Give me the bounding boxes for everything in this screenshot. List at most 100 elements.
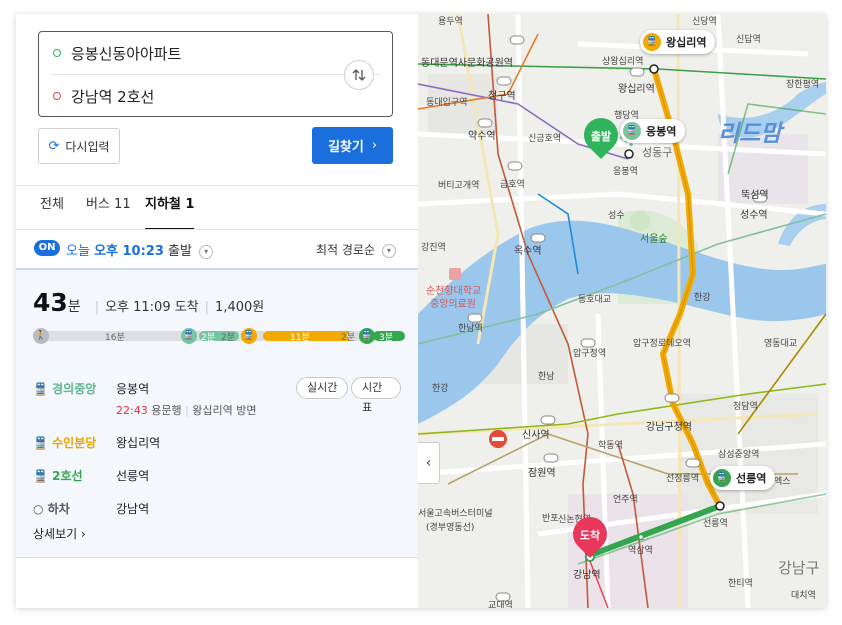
map-label: 신답역 xyxy=(736,35,761,45)
origin-field[interactable]: 응봉신동아아파트 xyxy=(39,32,339,74)
subway-icon: 🚆 xyxy=(623,122,641,140)
map-label: 신사역 xyxy=(522,430,550,441)
station-pill-eungbong[interactable]: 🚆 응봉역 xyxy=(620,119,686,143)
on-toggle[interactable]: ON xyxy=(34,240,60,256)
destination-field[interactable]: 강남역 2호선 xyxy=(39,75,339,117)
map-label: 한티역 xyxy=(728,579,753,589)
map-label: 반포 xyxy=(542,514,559,524)
departure-suffix: 출발 xyxy=(168,244,192,259)
map-label: 선릉역 xyxy=(703,519,728,529)
step-line2: 🚆 2호선 선릉역 xyxy=(33,467,401,487)
map-label: 동대입구역 xyxy=(426,98,468,108)
train-direction: 용문행 xyxy=(151,404,182,417)
map-label: 성수역 xyxy=(740,210,768,221)
chevron-right-icon: › xyxy=(81,527,86,541)
map-label: 강남역 xyxy=(573,570,601,581)
station-label: 응봉역 xyxy=(646,125,677,138)
timetable-button[interactable]: 시간표 xyxy=(351,377,401,414)
sort-label: 최적 경로순 xyxy=(316,243,376,257)
station-name: 선릉역 xyxy=(116,469,150,483)
map-label: 잠원역 xyxy=(528,468,556,479)
reset-button[interactable]: ⟳ 다시입력 xyxy=(38,128,120,164)
end-marker-label: 도착 xyxy=(579,529,601,542)
divider: | xyxy=(204,300,210,315)
map-label: 서울고속버스터미널 xyxy=(418,509,493,519)
station-name: 강남역 xyxy=(116,502,150,516)
origin-text: 응봉신동아아파트 xyxy=(71,44,182,63)
step-alight: ○ 하차 강남역 xyxy=(33,500,401,520)
map-view[interactable]: 동대문역사문화공원역 신당역 상왕십리역 청구역 동대입구역 약수역 신금호역 … xyxy=(418,14,826,608)
train-direction-station: 왕십리역 방면 xyxy=(192,404,257,417)
map-label: 언주역 xyxy=(613,495,638,505)
swap-button[interactable] xyxy=(344,60,374,90)
destination-text: 강남역 2호선 xyxy=(71,87,155,106)
map-label: 버티고개역 xyxy=(438,181,480,191)
station-pill-seolleung[interactable]: 🚆 선릉역 xyxy=(710,466,776,490)
map-label: 강진역 xyxy=(421,243,446,253)
fare: 1,400원 xyxy=(215,300,265,315)
tab-bus[interactable]: 버스 11 xyxy=(86,186,131,230)
map-label: 용두역 xyxy=(438,17,463,27)
departure-time[interactable]: 오늘 오후 10:23 출발 ▾ xyxy=(66,240,214,259)
end-marker[interactable]: 도착 xyxy=(565,509,615,561)
watermark-logo: 리드맘 xyxy=(718,121,782,147)
segment-line2-time: 3분 xyxy=(379,333,394,343)
reset-label: 다시입력 xyxy=(65,139,110,154)
map-label: 청담역 xyxy=(733,402,758,412)
map-label: 한강 xyxy=(694,293,711,303)
station-pill-wangsimni[interactable]: 🚆 왕십리역 xyxy=(640,30,716,54)
find-route-button[interactable]: 길찾기 › xyxy=(312,127,393,164)
map-label: 엑스 xyxy=(774,477,791,487)
segment-gyeongui-time: 2분 xyxy=(201,333,216,343)
divider: | xyxy=(94,300,100,315)
refresh-icon: ⟳ xyxy=(48,138,60,154)
map-label: 강남구 xyxy=(778,559,820,577)
transport-tabs: 전체 버스 11 지하철 1 xyxy=(16,186,418,230)
route-card[interactable]: 43 분 | 오후 11:09 도착 | 1,400원 🚶 16분 🚆 2분 2… xyxy=(16,268,418,558)
route-segment-bar: 🚶 16분 🚆 2분 2분 🚆 11분 2분 🚆 3분 xyxy=(33,328,405,344)
subway-icon: 🚆 xyxy=(713,469,731,487)
directions-panel: 응봉신동아아파트 강남역 2호선 ⟳ 다시입력 길찾기 › 전체 버스 11 지… xyxy=(16,14,418,608)
map-label: 성수 xyxy=(608,211,625,221)
line-name-line2: 🚆 2호선 xyxy=(33,469,83,483)
tab-all[interactable]: 전체 xyxy=(40,186,64,230)
map-label: 강남구청역 xyxy=(646,422,692,433)
detail-label: 상세보기 xyxy=(33,527,78,541)
map-label: 압구정역 xyxy=(573,349,607,359)
departure-row: ON 오늘 오후 10:23 출발 ▾ 최적 경로순 ▾ xyxy=(16,230,418,268)
station-label: 선릉역 xyxy=(736,472,767,485)
map-label: 장한평역 xyxy=(786,80,820,90)
station-name: 왕십리역 xyxy=(116,436,161,450)
realtime-arrival: 22:43 xyxy=(116,404,148,417)
map-label: 중앙의료원 xyxy=(430,299,476,310)
start-marker[interactable]: 출발 xyxy=(576,110,626,162)
map-label: 성동구 xyxy=(642,146,673,159)
departure-time-value: 오후 10:23 xyxy=(94,244,164,259)
map-label: 약수역 xyxy=(468,131,496,142)
map-label: 신당역 xyxy=(692,17,717,27)
route-summary: 43 분 | 오후 11:09 도착 | 1,400원 xyxy=(33,288,264,317)
map-label: 역삼역 xyxy=(628,546,653,556)
segment-suinbundang-time: 11분 xyxy=(290,333,310,343)
map-label: 청구역 xyxy=(488,91,516,102)
map-label: 동대문역사문화공원역 xyxy=(421,58,513,69)
subway-icon: 🚆 xyxy=(241,328,257,344)
map-label: 학동역 xyxy=(598,441,623,451)
app-window: 응봉신동아아파트 강남역 2호선 ⟳ 다시입력 길찾기 › 전체 버스 11 지… xyxy=(16,14,826,608)
detail-link[interactable]: 상세보기 › xyxy=(33,525,86,542)
sort-dropdown[interactable]: 최적 경로순 ▾ xyxy=(316,241,396,258)
line-name-gyeongui: 🚆 경의중앙 xyxy=(33,382,97,396)
realtime-button[interactable]: 실시간 xyxy=(296,377,349,399)
segment-walk-time: 16분 xyxy=(105,333,125,343)
tab-subway[interactable]: 지하철 1 xyxy=(145,186,195,230)
arrival-time: 오후 11:09 도착 xyxy=(105,300,199,315)
map-label: 삼성중앙역 xyxy=(718,450,760,460)
alight-label: ○ 하차 xyxy=(33,502,70,516)
walk-icon: 🚶 xyxy=(33,328,49,344)
arrival-info: 22:43 용문행 | 왕십리역 방면 xyxy=(116,404,257,417)
map-label: 한남 xyxy=(538,372,555,382)
segment-walk-time: 2분 xyxy=(221,333,236,343)
subway-icon: 🚆 xyxy=(181,328,197,344)
find-route-label: 길찾기 xyxy=(327,140,364,155)
panel-collapse-button[interactable]: ‹ xyxy=(418,442,440,484)
